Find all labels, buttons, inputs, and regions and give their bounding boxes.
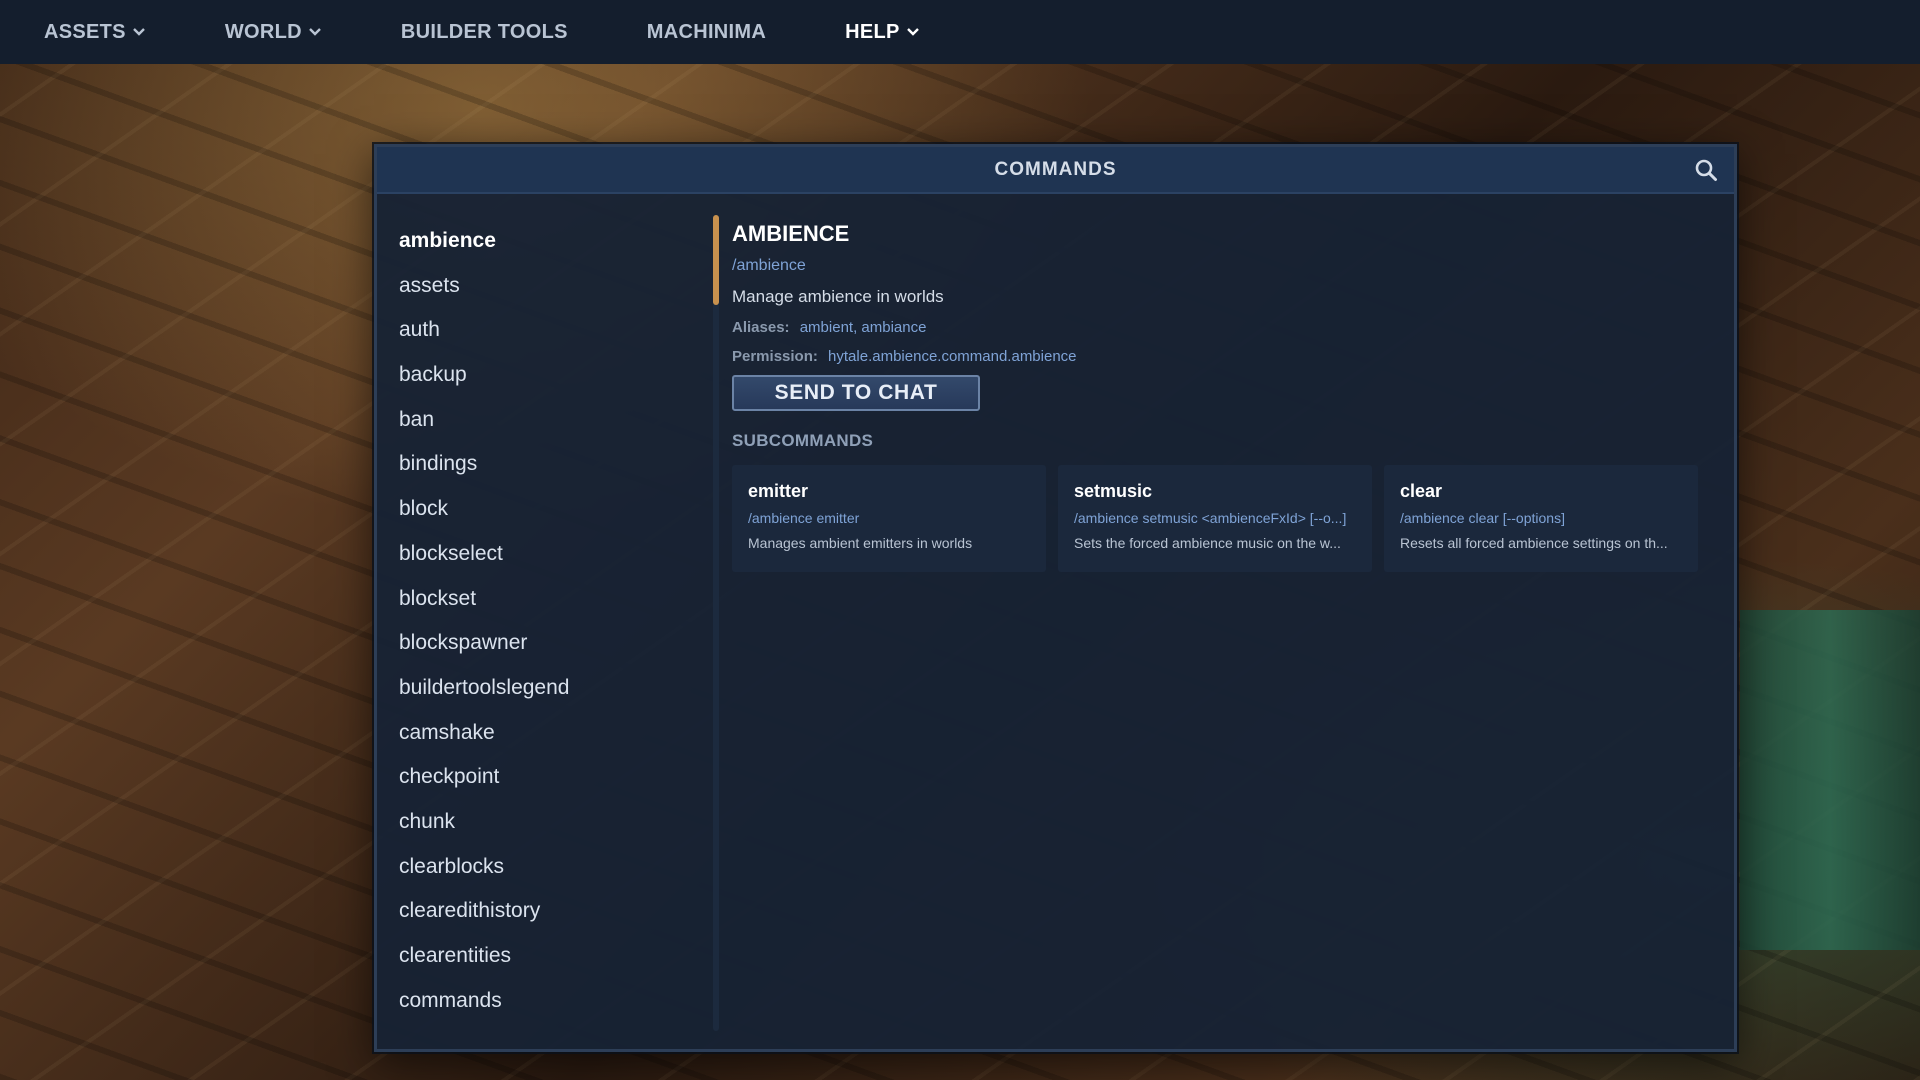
- permission-label: Permission:: [732, 348, 818, 365]
- command-title: AMBIENCE: [732, 221, 850, 246]
- command-list-item[interactable]: blockselect: [399, 532, 699, 577]
- search-icon[interactable]: [1694, 158, 1718, 182]
- nav-world[interactable]: WORLD: [225, 21, 322, 44]
- aliases-value: ambient, ambiance: [799, 319, 927, 336]
- top-nav-bar: ASSETS WORLD BUILDER TOOLS MACHINIMA HEL…: [0, 0, 1920, 64]
- nav-machinima-label: MACHINIMA: [646, 20, 767, 43]
- chevron-down-icon: [906, 28, 919, 36]
- permission-value: hytale.ambience.command.ambience: [828, 348, 1077, 365]
- command-list-item[interactable]: buildertoolslegend: [399, 666, 699, 711]
- subcommand-cards: emitter /ambience emitter Manages ambien…: [732, 465, 1704, 572]
- command-detail: AMBIENCE /ambience Manage ambience in wo…: [732, 215, 1704, 572]
- nav-assets[interactable]: ASSETS: [44, 21, 146, 44]
- command-list-scrollbar[interactable]: [713, 215, 719, 1031]
- subcommand-usage: /ambience setmusic <ambienceFxId> [--o..…: [1074, 510, 1347, 526]
- subcommand-usage: /ambience emitter: [748, 510, 860, 526]
- commands-panel: COMMANDS ambience assets auth backup ban bind…: [374, 144, 1737, 1052]
- command-list-item[interactable]: ban: [399, 398, 699, 443]
- subcommand-usage: /ambience clear [--options]: [1400, 510, 1565, 526]
- nav-builder-tools-label: BUILDER TOOLS: [400, 20, 568, 43]
- command-list-item[interactable]: blockset: [399, 577, 699, 622]
- subcommand-card-setmusic[interactable]: setmusic /ambience setmusic <ambienceFxI…: [1058, 465, 1372, 572]
- command-list-item[interactable]: auth: [399, 308, 699, 353]
- command-list-item[interactable]: commands: [399, 979, 699, 1024]
- nav-help[interactable]: HELP: [845, 21, 920, 44]
- scrollbar-thumb[interactable]: [713, 215, 719, 305]
- command-list-item[interactable]: ambience: [399, 219, 699, 264]
- chevron-down-icon: [132, 28, 145, 36]
- subcommand-name: clear: [1400, 481, 1443, 501]
- command-list-item[interactable]: blockspawner: [399, 621, 699, 666]
- nav-world-label: WORLD: [224, 20, 302, 43]
- subcommand-name: setmusic: [1074, 481, 1153, 501]
- permission-row: Permission: hytale.ambience.command.ambi…: [732, 348, 1704, 365]
- nav-builder-tools[interactable]: BUILDER TOOLS: [401, 21, 568, 44]
- subcommand-card-emitter[interactable]: emitter /ambience emitter Manages ambien…: [732, 465, 1046, 572]
- command-list-item[interactable]: bindings: [399, 442, 699, 487]
- nav-help-label: HELP: [845, 20, 900, 43]
- panel-title: COMMANDS: [994, 158, 1117, 180]
- subcommand-description: Sets the forced ambience music on the w.…: [1074, 535, 1341, 551]
- nav-machinima[interactable]: MACHINIMA: [647, 21, 766, 44]
- background-green-block: [1740, 610, 1920, 950]
- subcommand-description: Resets all forced ambience settings on t…: [1400, 535, 1668, 551]
- send-to-chat-button[interactable]: SEND TO CHAT: [732, 375, 980, 411]
- command-list-item[interactable]: camshake: [399, 711, 699, 756]
- command-list-item[interactable]: checkpoint: [399, 755, 699, 800]
- command-list-item[interactable]: block: [399, 487, 699, 532]
- command-list-item[interactable]: clearedithistory: [399, 889, 699, 934]
- subcommands-heading: SUBCOMMANDS: [732, 431, 874, 450]
- chevron-down-icon: [309, 28, 321, 36]
- subcommand-card-clear[interactable]: clear /ambience clear [--options] Resets…: [1384, 465, 1698, 572]
- command-list-item[interactable]: backup: [399, 353, 699, 398]
- command-list: ambience assets auth backup ban bindings block…: [399, 219, 699, 1023]
- aliases-row: Aliases: ambient, ambiance: [732, 319, 1704, 336]
- subcommand-name: emitter: [748, 481, 809, 501]
- aliases-label: Aliases:: [732, 319, 790, 336]
- command-list-item[interactable]: clearentities: [399, 934, 699, 979]
- nav-assets-label: ASSETS: [44, 20, 126, 43]
- command-usage: /ambience: [732, 257, 806, 274]
- command-list-item[interactable]: chunk: [399, 800, 699, 845]
- panel-header: COMMANDS: [377, 147, 1734, 194]
- command-list-item[interactable]: assets: [399, 264, 699, 309]
- command-description: Manage ambience in worlds: [732, 287, 944, 306]
- command-list-item[interactable]: clearblocks: [399, 845, 699, 890]
- subcommand-description: Manages ambient emitters in worlds: [748, 535, 973, 551]
